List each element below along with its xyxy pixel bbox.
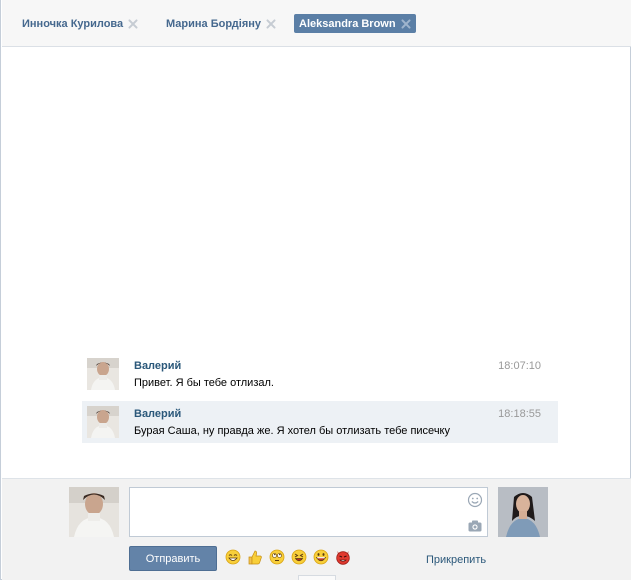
my-avatar[interactable] [69,487,119,537]
tab-aleksandra-brown[interactable]: Aleksandra Brown [294,14,416,33]
message-time: 18:18:55 [498,408,541,420]
laughing-emoji-icon[interactable] [291,549,307,565]
tab-label: Aleksandra Brown [299,17,396,30]
message-row: Валерий 18:18:55 Бурая Саша, ну правда ж… [82,401,558,443]
message-composer: Отправить Прикрепить [2,478,631,580]
message-row: Валерий 18:07:10 Привет. Я бы тебе отлиз… [82,353,558,395]
peer-avatar[interactable] [498,487,548,537]
tab-label: Инночка Курилова [22,17,124,30]
avatar-photo-icon [498,487,548,537]
rolling-eyes-emoji-icon[interactable] [269,549,285,565]
attach-link[interactable]: Прикрепить [426,554,486,566]
resize-handle[interactable] [298,575,336,580]
smile-icon[interactable] [467,492,483,508]
tab-innochka-kurilova[interactable]: Инночка Курилова [17,14,143,33]
avatar[interactable] [87,358,119,390]
avatar-photo-icon [87,406,119,438]
message-text: Бурая Саша, ну правда же. Я хотел бы отл… [134,425,450,437]
message-time: 18:07:10 [498,360,541,372]
close-icon[interactable] [266,19,276,29]
close-icon[interactable] [401,19,411,29]
avatar[interactable] [87,406,119,438]
message-author[interactable]: Валерий [134,408,181,420]
thumbs-up-emoji-icon[interactable] [247,549,263,565]
message-author[interactable]: Валерий [134,360,181,372]
message-text: Привет. Я бы тебе отлизал. [134,377,274,389]
close-icon[interactable] [128,19,138,29]
camera-icon[interactable] [467,518,483,534]
dialog-window: Инночка Курилова Марина Бордіяну Aleksan… [0,0,631,580]
big-grin-emoji-icon[interactable] [313,549,329,565]
tab-label: Марина Бордіяну [166,17,262,30]
dialog-tabs-bar: Инночка Курилова Марина Бордіяну Aleksan… [2,0,631,47]
send-button[interactable]: Отправить [129,546,217,571]
devil-emoji-icon[interactable] [335,549,351,565]
avatar-photo-icon [69,487,119,537]
message-input[interactable] [129,487,488,537]
emoji-bar [225,549,357,565]
avatar-photo-icon [87,358,119,390]
tab-marina-bordiyanu[interactable]: Марина Бордіяну [161,14,281,33]
grin-emoji-icon[interactable] [225,549,241,565]
